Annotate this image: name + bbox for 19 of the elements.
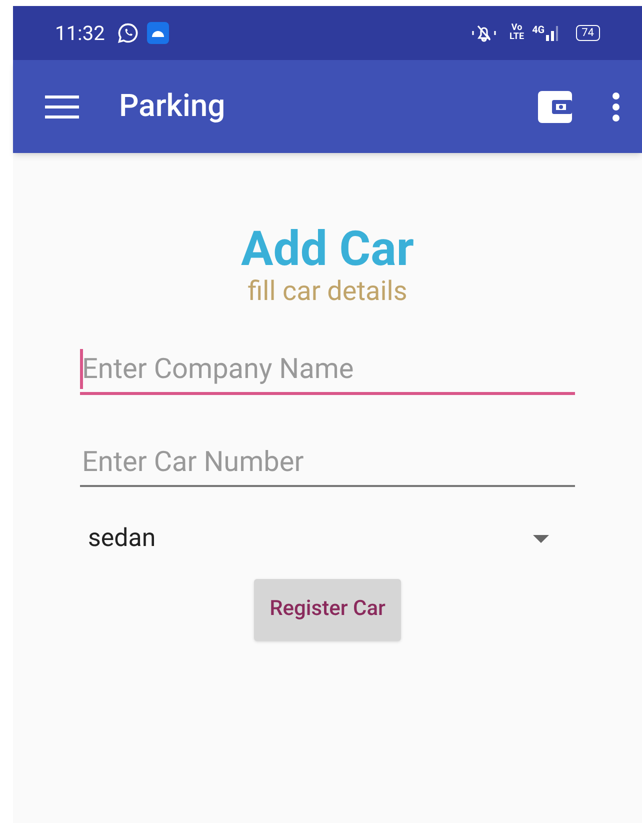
volte-indicator: Vo LTE <box>510 24 524 42</box>
form-subtitle: fill car details <box>248 275 408 307</box>
car-type-dropdown[interactable]: sedan <box>80 517 575 561</box>
network-type: 4G <box>532 24 545 38</box>
menu-icon[interactable] <box>45 94 79 118</box>
wallet-icon[interactable] <box>538 90 572 122</box>
chat-app-icon <box>116 22 139 44</box>
dropdown-caret-icon <box>533 535 549 543</box>
muted-bell-icon <box>470 24 498 42</box>
text-cursor <box>80 349 83 389</box>
form-title: Add Car <box>241 223 414 275</box>
text-field[interactable]: Enter Company Name <box>80 345 575 395</box>
battery-indicator: 74 <box>576 25 600 41</box>
register-car-button[interactable]: Register Car <box>254 579 402 641</box>
signal-icon <box>546 25 560 41</box>
toolbar-title: Parking <box>119 86 226 126</box>
more-icon[interactable] <box>612 92 620 122</box>
text-field[interactable]: Enter Car Number <box>80 437 575 487</box>
status-time: 11:32 <box>55 20 105 47</box>
